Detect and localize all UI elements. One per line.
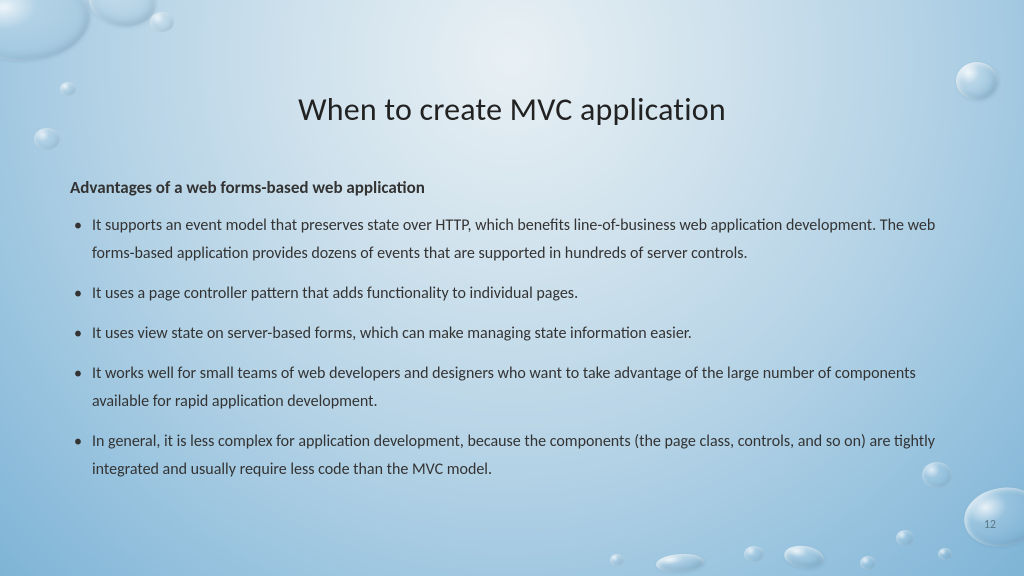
slide-subheading: Advantages of a web forms-based web appl…	[70, 177, 954, 198]
list-item: It uses a page controller pattern that a…	[74, 280, 954, 308]
slide-title: When to create MVC application	[70, 90, 954, 129]
bullet-list: It supports an event model that preserve…	[70, 212, 954, 484]
list-item: It uses view state on server-based forms…	[74, 320, 954, 348]
page-number: 12	[984, 518, 996, 532]
slide-content: When to create MVC application Advantage…	[0, 0, 1024, 576]
list-item: In general, it is less complex for appli…	[74, 428, 954, 484]
list-item: It works well for small teams of web dev…	[74, 360, 954, 416]
list-item: It supports an event model that preserve…	[74, 212, 954, 268]
